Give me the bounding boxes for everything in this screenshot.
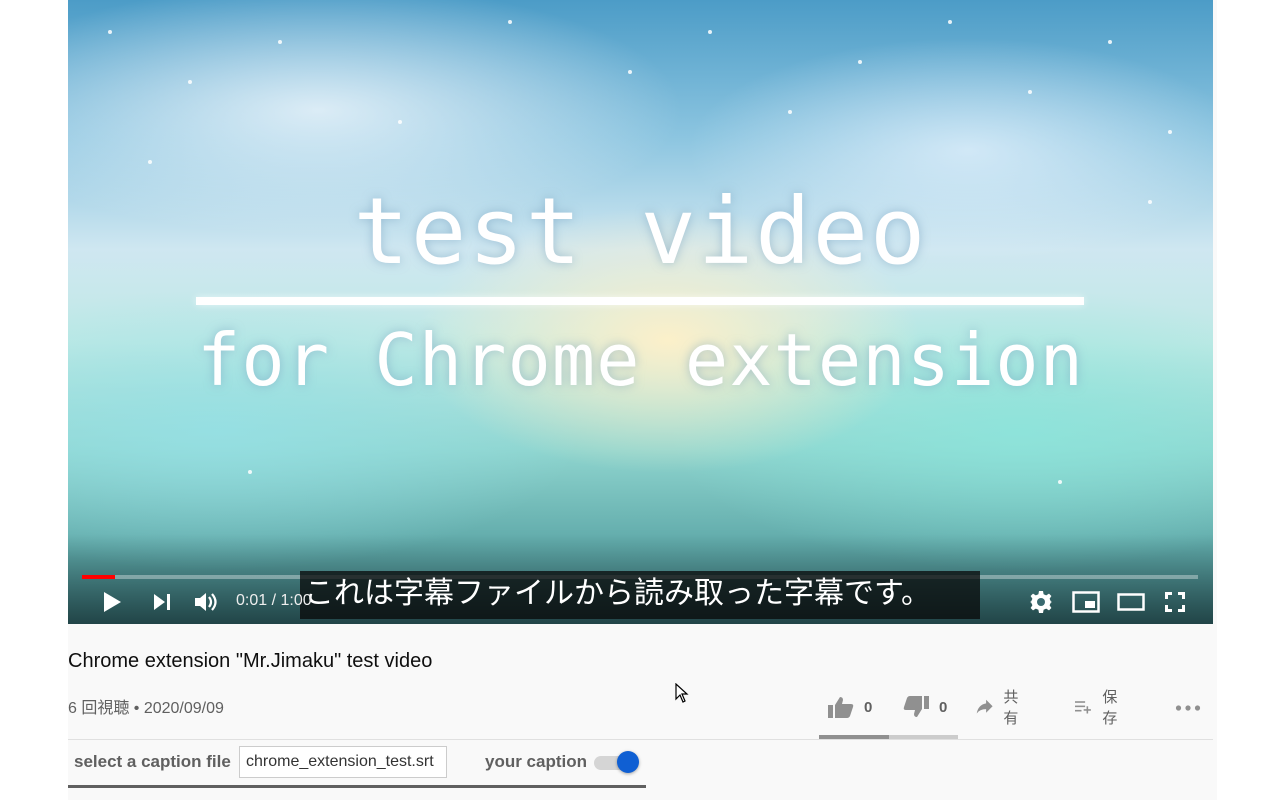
video-frame-title: test video [353, 178, 928, 285]
share-icon [976, 699, 993, 714]
time-display: 0:01 / 1:00 [236, 592, 312, 609]
dislike-button[interactable]: 0 [903, 690, 947, 724]
thumbs-up-icon [828, 697, 854, 718]
caption-extension-bar: select a caption file chrome_extension_t… [68, 740, 646, 788]
video-meta: 6 回視聴 • 2020/09/09 [68, 700, 224, 717]
caption-file-input[interactable]: chrome_extension_test.srt [239, 746, 447, 778]
play-icon [104, 592, 121, 612]
page: test video for Chrome extension これは字幕ファイ… [0, 0, 1280, 800]
thumbs-down-icon [903, 696, 929, 717]
theater-mode-icon [1117, 593, 1145, 611]
miniplayer-icon [1072, 591, 1100, 613]
theater-mode-button[interactable] [1115, 587, 1147, 617]
more-horizontal-icon [1175, 705, 1201, 711]
share-button[interactable]: 共有 [976, 689, 1025, 727]
video-frame-divider [196, 297, 1084, 305]
caption-overlay: これは字幕ファイルから読み取った字幕です。 [300, 571, 980, 619]
more-actions-button[interactable] [1175, 690, 1201, 724]
settings-button[interactable] [1026, 587, 1056, 617]
play-button[interactable] [98, 588, 126, 616]
volume-button[interactable] [192, 587, 222, 617]
volume-icon [195, 593, 217, 611]
dislike-count: 0 [939, 698, 948, 716]
video-stars [68, 0, 1213, 624]
skip-next-icon [154, 594, 170, 610]
gear-icon [1030, 591, 1052, 613]
your-caption-label: your caption [485, 752, 588, 771]
like-button[interactable]: 0 [828, 690, 872, 724]
share-label: 共有 [1003, 689, 1019, 727]
next-button[interactable] [148, 588, 176, 616]
left-margin [0, 0, 68, 800]
video-player[interactable]: test video for Chrome extension これは字幕ファイ… [68, 0, 1213, 624]
progress-played [82, 575, 116, 579]
playlist-add-icon [1075, 701, 1091, 714]
mouse-cursor-icon [675, 683, 689, 703]
miniplayer-button[interactable] [1070, 587, 1102, 617]
fullscreen-icon [1165, 592, 1185, 612]
caption-toggle[interactable] [594, 750, 640, 774]
right-margin [1217, 0, 1280, 800]
save-button[interactable]: 保存 [1075, 689, 1124, 727]
video-frame-subtitle: for Chrome extension [197, 318, 1084, 402]
like-count: 0 [864, 698, 873, 716]
save-label: 保存 [1102, 689, 1118, 727]
select-caption-label: select a caption file [74, 752, 231, 771]
video-title: Chrome extension "Mr.Jimaku" test video [68, 650, 433, 672]
toggle-knob [617, 751, 639, 773]
fullscreen-button[interactable] [1160, 587, 1190, 617]
